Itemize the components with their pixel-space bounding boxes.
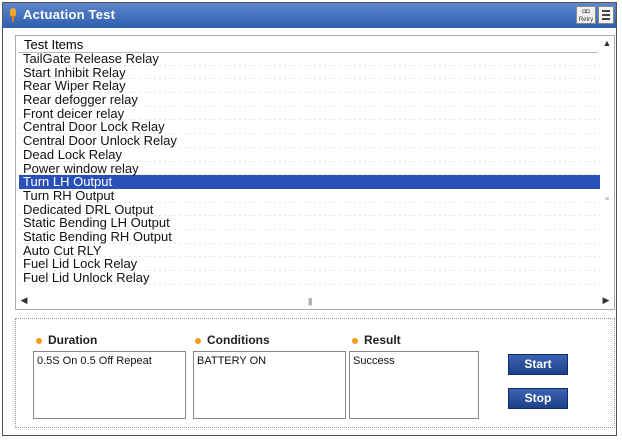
list-item[interactable]: Turn LH Output bbox=[19, 175, 600, 189]
duration-label: Duration bbox=[48, 333, 98, 347]
list-items-container: TailGate Release Relay Start Inhibit Rela… bbox=[19, 52, 600, 285]
list-item[interactable]: Front deicer relay bbox=[19, 107, 600, 121]
test-info-panel: Duration 0.5S On 0.5 Off Repeat Conditio… bbox=[15, 318, 615, 428]
list-item[interactable]: Static Bending RH Output bbox=[19, 230, 600, 244]
start-button[interactable]: Start bbox=[508, 354, 568, 375]
scroll-right-icon[interactable]: ▶ bbox=[600, 295, 612, 306]
list-item[interactable]: Rear defogger relay bbox=[19, 93, 600, 107]
conditions-value: BATTERY ON bbox=[193, 351, 346, 419]
list-item[interactable]: Central Door Unlock Relay bbox=[19, 134, 600, 148]
conditions-bullet-icon bbox=[195, 338, 201, 344]
retry-button[interactable]: ◘◘ Retry bbox=[576, 6, 596, 24]
test-items-list: Test Items TailGate Release Relay Start I… bbox=[15, 35, 615, 310]
list-item[interactable]: Dedicated DRL Output bbox=[19, 202, 600, 217]
duration-value: 0.5S On 0.5 Off Repeat bbox=[33, 351, 186, 419]
scroll-up-icon[interactable]: ▲ bbox=[601, 38, 613, 48]
list-item[interactable]: Turn RH Output bbox=[19, 189, 600, 203]
orange-pin-icon bbox=[10, 8, 16, 22]
list-item[interactable]: Central Door Lock Relay bbox=[19, 120, 600, 135]
list-item[interactable]: TailGate Release Relay bbox=[19, 52, 600, 66]
list-item[interactable]: Power window relay bbox=[19, 161, 600, 176]
scroll-left-icon[interactable]: ◀ bbox=[18, 295, 30, 306]
list-item[interactable]: Fuel Lid Unlock Relay bbox=[19, 271, 600, 285]
list-item[interactable]: Dead Lock Relay bbox=[19, 148, 600, 162]
conditions-label: Conditions bbox=[207, 333, 270, 347]
result-bullet-icon bbox=[352, 338, 358, 344]
horizontal-scrollbar[interactable]: ◀ ||| ▶ bbox=[18, 294, 612, 308]
scroll-thumb[interactable]: ≡ bbox=[601, 196, 613, 203]
list-item[interactable]: Static Bending LH Output bbox=[19, 216, 600, 230]
list-item[interactable]: Auto Cut RLY bbox=[19, 243, 600, 258]
list-item[interactable]: Start Inhibit Relay bbox=[19, 65, 600, 80]
duration-bullet-icon bbox=[36, 338, 42, 344]
list-item[interactable]: Fuel Lid Lock Relay bbox=[19, 257, 600, 271]
window-title: Actuation Test bbox=[23, 7, 116, 22]
list-header: Test Items bbox=[24, 37, 84, 52]
result-value: Success bbox=[349, 351, 479, 419]
retry-icon: ◘◘ bbox=[582, 9, 590, 15]
vertical-scrollbar[interactable]: ▲ ≡ bbox=[601, 38, 613, 291]
title-bar: Actuation Test ◘◘ Retry bbox=[3, 3, 616, 28]
result-label: Result bbox=[364, 333, 401, 347]
stop-button[interactable]: Stop bbox=[508, 388, 568, 409]
retry-label: Retry bbox=[578, 17, 594, 23]
scroll-thumb-horizontal[interactable]: ||| bbox=[308, 297, 312, 306]
list-item[interactable]: Rear Wiper Relay bbox=[19, 79, 600, 94]
menu-icon[interactable] bbox=[598, 6, 614, 24]
